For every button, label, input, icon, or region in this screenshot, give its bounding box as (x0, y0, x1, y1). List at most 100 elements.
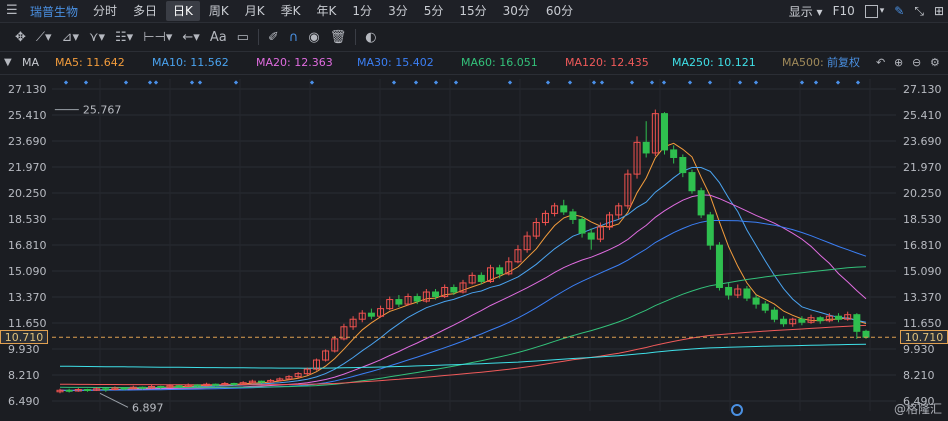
menu-icon[interactable]: ☰ (6, 3, 18, 18)
price-tick-label: 15.090 (903, 265, 942, 278)
candle-down (413, 296, 421, 302)
price-tick-label: 18.530 (903, 213, 942, 226)
low-label: 6.897 (132, 401, 164, 414)
price-tick-label: 15.090 (8, 265, 47, 278)
candle-down (258, 380, 265, 383)
pen-icon[interactable]: ✎ (894, 4, 904, 18)
range-tool-icon[interactable]: ⊢⊣▾ (138, 27, 177, 47)
toolbar-divider (355, 29, 357, 45)
text-tool[interactable]: Aa (205, 27, 232, 47)
candle-down (770, 309, 778, 320)
settings-icon[interactable]: ⚙ (930, 52, 940, 74)
line-tool-icon[interactable]: ⟋▾ (31, 27, 57, 47)
price-tick-label: 8.210 (8, 369, 40, 382)
expand-icon[interactable]: ⤡ (914, 4, 924, 19)
toolbar-divider (257, 29, 259, 45)
period-bar: ☰ 瑞普生物 分时 多日 日K 周K 月K 季K 年K 1分 3分 5分 15分 30分 60分 显示 … (0, 0, 948, 23)
period-tab[interactable]: 年K (310, 1, 344, 21)
period-tab[interactable]: 15分 (452, 1, 493, 21)
period-tabs: 分时 多日 日K 周K 月K 季K 年K 1分 3分 5分 15分 30分 60分 (86, 1, 580, 21)
candle-down (697, 190, 705, 216)
price-tick-label: 21.970 (8, 161, 47, 174)
period-tab[interactable]: 多日 (126, 1, 164, 21)
candle-down (706, 214, 714, 246)
candle-down (102, 388, 110, 391)
checkbox-icon[interactable] (864, 4, 878, 18)
remove-icon[interactable]: ⊖ (912, 52, 921, 74)
trash-icon[interactable]: 🗑 (325, 27, 352, 47)
candle-down (688, 172, 696, 192)
candle-down (780, 318, 788, 325)
eraser-icon[interactable]: ✐ (263, 27, 284, 47)
price-tick-label: 20.250 (903, 187, 942, 200)
chevron-down-icon[interactable]: ▾ (880, 6, 885, 16)
candle-down (193, 384, 201, 387)
grid-settings-icon[interactable]: ⊞ (934, 4, 944, 18)
ma-legend-item: MA250: 10.121 (672, 56, 756, 69)
candle-down (642, 141, 650, 154)
target-icon[interactable] (731, 404, 743, 416)
price-tick-label: 16.810 (903, 239, 942, 252)
right-tools: 显示 ▾ F10 ▾ ✎ ⤡ ⊞ (789, 0, 944, 22)
price-tick-label: 27.130 (903, 83, 942, 96)
candle-down (862, 330, 870, 338)
candle-down (212, 383, 220, 386)
period-tab[interactable]: 60分 (539, 1, 580, 21)
period-tab[interactable]: 分时 (86, 1, 124, 21)
candle-down (560, 205, 568, 213)
wave-tool-icon[interactable]: ⋎▾ (84, 27, 110, 47)
comment-icon[interactable]: ▭ (232, 27, 254, 47)
chart-background (0, 75, 948, 421)
period-tab[interactable]: 日K (166, 1, 200, 21)
candle-down (157, 385, 165, 388)
ma-legend-item: MA120: 12.435 (565, 56, 649, 69)
ma-legend-item: MA20: 12.363 (256, 56, 333, 69)
price-tick-label: 25.410 (903, 109, 942, 122)
toggle-icon[interactable]: ◐ (360, 27, 381, 47)
candle-down (816, 317, 824, 322)
period-tab[interactable]: 3分 (381, 1, 415, 21)
candle-down (432, 291, 440, 298)
period-tab[interactable]: 周K (202, 1, 236, 21)
candle-down (679, 156, 687, 174)
arrow-tool-icon[interactable]: ←▾ (177, 27, 204, 47)
ma-bar: ▼ MA MA5: 11.642 MA10: 11.562 MA20: 12.363… (0, 52, 948, 75)
candle-down (853, 314, 861, 332)
watermark: @格隆汇 (893, 402, 942, 416)
fib-tool-icon[interactable]: ☷▾ (110, 27, 138, 47)
ma-legend-item: MA5: 11.642 (55, 56, 125, 69)
candle-down (569, 211, 577, 220)
period-tab[interactable]: 5分 (417, 1, 451, 21)
candle-down (752, 297, 760, 305)
ma-legend-item: MA500: (782, 56, 824, 69)
price-tick-label: 23.690 (8, 135, 47, 148)
candle-down (65, 389, 73, 392)
price-tick-label: 18.530 (8, 213, 47, 226)
indicator-label[interactable]: MA (22, 52, 39, 74)
add-icon[interactable]: ⊕ (894, 52, 903, 74)
f10-button[interactable]: F10 (833, 4, 855, 18)
candle-down (715, 244, 723, 288)
kline-chart[interactable]: 27.130 25.410 23.690 21.970 20.250 18.530 16.8… (0, 75, 948, 421)
price-tick-label: 21.970 (903, 161, 942, 174)
candle-down (587, 232, 595, 240)
adjust-label[interactable]: 前复权 (827, 52, 860, 74)
display-menu[interactable]: 显示 ▾ (789, 3, 823, 20)
high-label: 25.767 (83, 104, 122, 117)
price-tick-label: 6.490 (8, 395, 40, 408)
ma-legend-item: MA30: 15.402 (357, 56, 434, 69)
candle-down (661, 113, 668, 151)
channel-tool-icon[interactable]: ⊿▾ (57, 27, 84, 47)
display-label: 显示 (788, 4, 813, 19)
current-price-tag-right: 10.710 (900, 330, 948, 345)
period-tab[interactable]: 1分 (345, 1, 379, 21)
period-tab[interactable]: 30分 (496, 1, 537, 21)
candle-down (798, 318, 806, 323)
undo-icon[interactable]: ↶ (876, 52, 885, 74)
eye-icon[interactable]: ◉ (303, 27, 324, 47)
magnet-icon[interactable]: ∩ (284, 27, 304, 47)
move-icon[interactable]: ✥ (10, 27, 31, 47)
collapse-icon[interactable]: ▼ (4, 52, 12, 74)
period-tab[interactable]: 月K (238, 1, 272, 21)
period-tab[interactable]: 季K (274, 1, 308, 21)
